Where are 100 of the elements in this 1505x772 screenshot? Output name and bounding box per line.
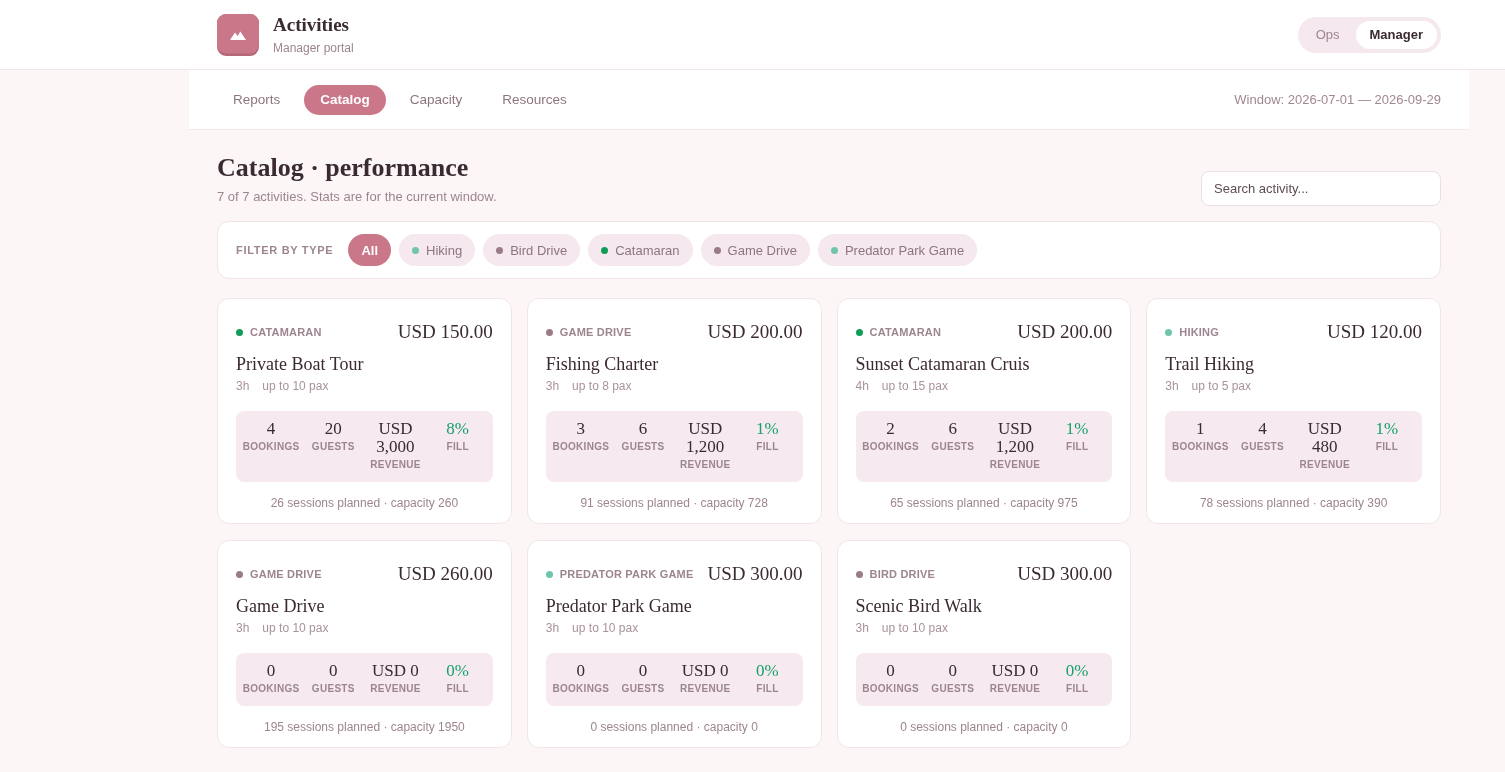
stat-value: USD 480 xyxy=(1306,420,1343,456)
stat-value: 1% xyxy=(1065,420,1089,438)
stat-label: FILL xyxy=(446,441,469,453)
duration-text: 3h xyxy=(855,620,869,636)
capacity-text: up to 10 pax xyxy=(262,620,329,636)
type-label: CATAMARAN xyxy=(250,326,322,338)
price-text: USD 260.00 xyxy=(397,563,493,585)
stat-value: 1% xyxy=(756,420,779,438)
nav-tab[interactable]: Resources xyxy=(486,84,583,115)
capacity-text: up to 15 pax xyxy=(881,378,948,394)
filter-chip[interactable]: All xyxy=(348,234,392,266)
stat-value: USD 0 xyxy=(991,662,1039,680)
nav-tab[interactable]: Capacity xyxy=(393,84,479,115)
stat-value: USD 1,200 xyxy=(994,420,1036,456)
sessions-text: 26 sessions planned · capacity 260 xyxy=(269,495,460,511)
capacity-text: up to 10 pax xyxy=(881,620,948,636)
price-text: USD 150.00 xyxy=(397,321,493,343)
stat-label: REVENUE xyxy=(989,683,1041,695)
type-label: GAME DRIVE xyxy=(250,568,322,580)
filter-chip[interactable]: Predator Park Game xyxy=(817,234,978,266)
activity-name: Scenic Bird Walk xyxy=(855,595,983,617)
duration-text: 3h xyxy=(545,620,560,636)
stat-label: BOOKINGS xyxy=(862,441,919,453)
stat-label: BOOKINGS xyxy=(552,683,610,695)
sessions-text: 0 sessions planned · capacity 0 xyxy=(589,719,759,735)
stat-label: GUESTS xyxy=(1241,441,1284,453)
stat-label: BOOKINGS xyxy=(242,441,300,453)
price-text: USD 200.00 xyxy=(707,321,803,343)
page-subtitle: 7 of 7 activities. Stats are for the current window. xyxy=(217,188,497,206)
type-label: GAME DRIVE xyxy=(559,326,632,338)
page-title: Catalog · performance xyxy=(217,152,470,184)
activity-name: Predator Park Game xyxy=(545,595,693,617)
stat-value: 0% xyxy=(446,662,469,680)
price-text: USD 120.00 xyxy=(1327,321,1422,343)
filter-chip[interactable]: Game Drive xyxy=(700,234,810,266)
filter-chip[interactable]: Hiking xyxy=(399,234,476,266)
capacity-text: up to 10 pax xyxy=(572,620,639,636)
app-subtitle: Manager portal xyxy=(273,39,354,56)
nav-tab[interactable]: Reports xyxy=(217,84,297,115)
stat-label: BOOKINGS xyxy=(552,441,610,453)
stat-label: REVENUE xyxy=(680,683,731,695)
activity-name: Game Drive xyxy=(236,595,326,617)
stat-label: GUESTS xyxy=(621,683,665,695)
sessions-text: 0 sessions planned · capacity 0 xyxy=(899,719,1069,735)
stat-value: 0 xyxy=(576,662,586,680)
stat-label: FILL xyxy=(1066,441,1089,453)
stat-value: 0% xyxy=(756,662,779,680)
type-label: HIKING xyxy=(1179,326,1219,338)
nav-tab[interactable]: Catalog xyxy=(304,84,386,115)
stat-value: 20 xyxy=(324,420,342,438)
stat-label: FILL xyxy=(1066,683,1089,695)
stat-label: REVENUE xyxy=(370,459,421,471)
duration-text: 3h xyxy=(545,378,560,394)
stat-label: REVENUE xyxy=(370,683,421,695)
stat-value: 0 xyxy=(886,662,895,680)
stat-value: 0% xyxy=(1065,662,1089,680)
sessions-text: 195 sessions planned · capacity 1950 xyxy=(262,719,466,735)
filter-chip[interactable]: Bird Drive xyxy=(483,234,581,266)
stat-value: USD 0 xyxy=(372,662,419,680)
stat-value: 0 xyxy=(266,662,276,680)
duration-text: 3h xyxy=(1165,378,1179,394)
stat-label: REVENUE xyxy=(989,459,1041,471)
stat-value: 4 xyxy=(1258,420,1267,438)
stat-label: BOOKINGS xyxy=(242,683,300,695)
stat-value: 1% xyxy=(1375,420,1399,438)
stat-label: GUESTS xyxy=(311,441,355,453)
type-label: CATAMARAN xyxy=(869,326,942,338)
sessions-text: 65 sessions planned · capacity 975 xyxy=(889,495,1079,511)
duration-text: 3h xyxy=(236,620,250,636)
stat-label: GUESTS xyxy=(931,441,975,453)
stat-value: USD 1,200 xyxy=(685,420,726,456)
capacity-text: up to 5 pax xyxy=(1191,378,1251,394)
type-label: PREDATOR PARK GAME xyxy=(559,568,694,580)
price-text: USD 300.00 xyxy=(707,563,803,585)
mountain-icon xyxy=(217,13,259,56)
role-tab[interactable]: Ops xyxy=(1301,20,1354,49)
activity-name: Fishing Charter xyxy=(545,353,660,375)
role-tab[interactable]: Manager xyxy=(1355,20,1437,49)
stat-label: GUESTS xyxy=(311,683,355,695)
duration-text: 3h xyxy=(236,378,250,394)
price-text: USD 200.00 xyxy=(1017,321,1113,343)
filter-chip[interactable]: Catamaran xyxy=(588,234,693,266)
stat-label: REVENUE xyxy=(1299,459,1350,471)
stat-label: BOOKINGS xyxy=(1171,441,1229,453)
activity-name: Trail Hiking xyxy=(1165,353,1256,375)
stat-value: 0 xyxy=(329,662,338,680)
sessions-text: 91 sessions planned · capacity 728 xyxy=(579,495,769,511)
stat-value: USD 3,000 xyxy=(375,420,416,456)
stat-label: GUESTS xyxy=(931,683,975,695)
activity-name: Sunset Catamaran Cruis xyxy=(855,353,1031,375)
stat-label: GUESTS xyxy=(621,441,665,453)
stat-value: 8% xyxy=(446,420,469,438)
stat-value: 0 xyxy=(638,662,648,680)
stat-value: 6 xyxy=(948,420,958,438)
stat-value: USD 0 xyxy=(681,662,729,680)
app-title: Activities xyxy=(273,13,350,36)
stat-label: FILL xyxy=(446,683,469,695)
filter-label: FILTER BY TYPE xyxy=(236,244,334,256)
capacity-text: up to 10 pax xyxy=(262,378,329,394)
search-field[interactable]: Search activity... xyxy=(1201,171,1441,206)
